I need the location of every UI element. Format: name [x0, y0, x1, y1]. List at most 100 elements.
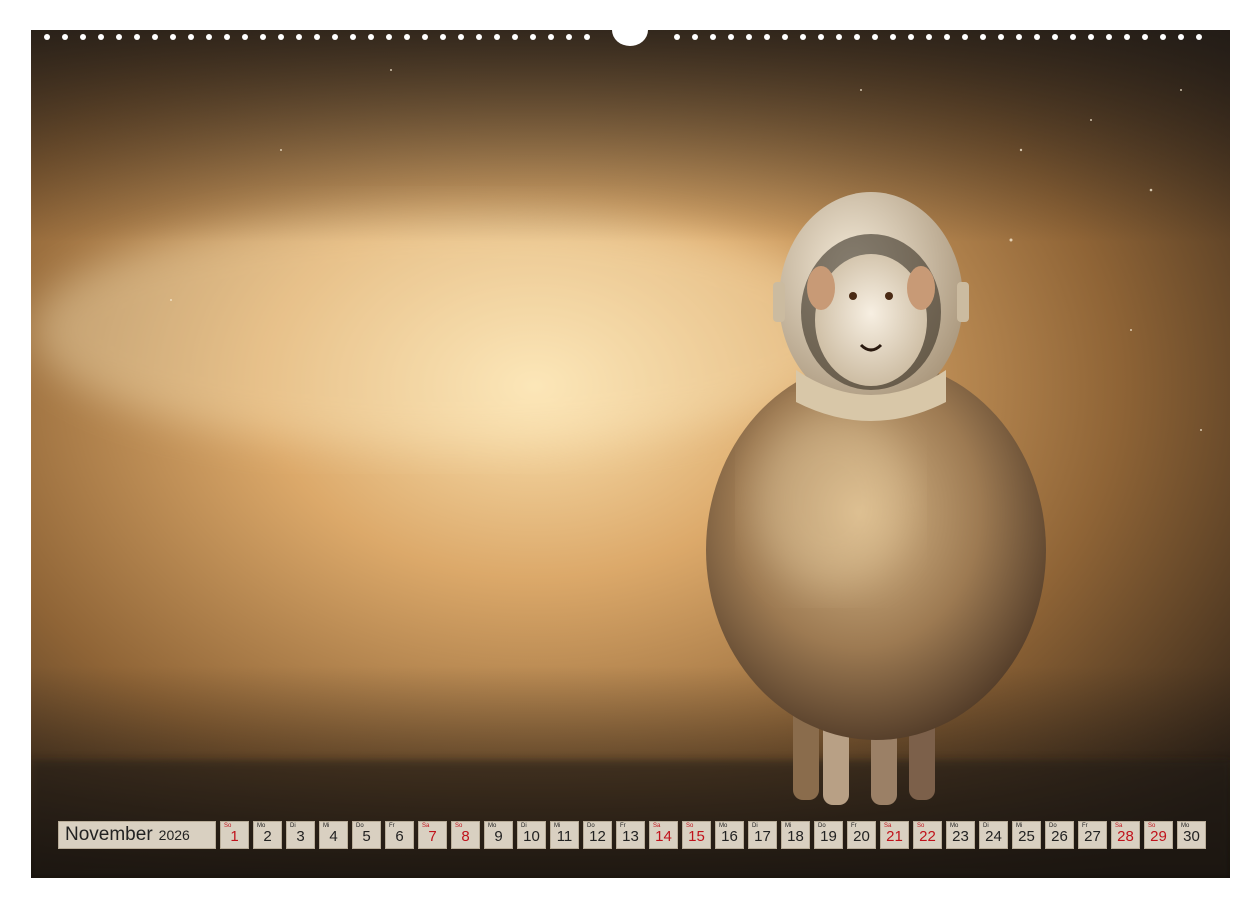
day-number: 29 [1150, 828, 1167, 845]
binding-hole [386, 34, 392, 40]
day-number: 18 [787, 828, 804, 845]
day-number: 10 [523, 828, 540, 845]
binding-hole [188, 34, 194, 40]
day-number: 23 [952, 828, 969, 845]
day-cell: Mi 25 [1012, 821, 1041, 849]
day-cell: Mo 30 [1177, 821, 1206, 849]
binding-hole [512, 34, 518, 40]
binding-hole [458, 34, 464, 40]
binding-hole [944, 34, 950, 40]
day-cell: Di 24 [979, 821, 1008, 849]
binding-hole [746, 34, 752, 40]
binding-hole [44, 34, 50, 40]
binding-hole [1142, 34, 1148, 40]
binding-hole [836, 34, 842, 40]
day-number: 27 [1084, 828, 1101, 845]
day-cell: So 22 [913, 821, 942, 849]
binding-hole [116, 34, 122, 40]
binding-hole [350, 34, 356, 40]
binding-hole [332, 34, 338, 40]
day-number: 15 [688, 828, 705, 845]
binding-hole [566, 34, 572, 40]
calendar-strip: November 2026 So 1 Mo 2 Di 3 Mi 4 Do 5 Fr 6 Sa 7 So 8 Mo… [58, 821, 1206, 849]
binding-hole [242, 34, 248, 40]
day-number: 5 [362, 828, 371, 845]
binding-hole [80, 34, 86, 40]
binding-hole [800, 34, 806, 40]
binding-hole [818, 34, 824, 40]
binding-hole [134, 34, 140, 40]
day-cell: Mi 4 [319, 821, 348, 849]
binding-hole [854, 34, 860, 40]
day-number: 11 [556, 828, 573, 845]
binding-hole [872, 34, 878, 40]
binding-hole [152, 34, 158, 40]
day-number: 25 [1018, 828, 1035, 845]
day-number: 21 [886, 828, 903, 845]
binding-hole [764, 34, 770, 40]
day-cell: Mi 11 [550, 821, 579, 849]
binding-hole [1160, 34, 1166, 40]
day-number: 7 [428, 828, 437, 845]
binding-hole [908, 34, 914, 40]
binding-hole [260, 34, 266, 40]
month-name: November [65, 824, 153, 845]
day-cell: Fr 27 [1078, 821, 1107, 849]
day-cell: So 29 [1144, 821, 1173, 849]
day-cell: Mo 23 [946, 821, 975, 849]
binding-hole [1088, 34, 1094, 40]
binding-hole [278, 34, 284, 40]
binding-hole [674, 34, 680, 40]
day-number: 16 [721, 828, 738, 845]
binding-hole [314, 34, 320, 40]
binding-hole [440, 34, 446, 40]
binding-hole [1034, 34, 1040, 40]
day-number: 19 [820, 828, 837, 845]
day-number: 22 [919, 828, 936, 845]
day-number: 4 [329, 828, 338, 845]
day-cell: So 1 [220, 821, 249, 849]
binding-hole [548, 34, 554, 40]
day-number: 9 [494, 828, 503, 845]
day-number: 12 [589, 828, 606, 845]
binding-hole [980, 34, 986, 40]
day-number: 6 [395, 828, 404, 845]
calendar-photo [31, 30, 1230, 878]
day-cell: Fr 20 [847, 821, 876, 849]
day-number: 3 [296, 828, 305, 845]
binding-hole [404, 34, 410, 40]
day-number: 20 [853, 828, 870, 845]
day-number: 30 [1183, 828, 1200, 845]
binding-hole [62, 34, 68, 40]
day-number: 1 [230, 828, 239, 845]
binding-hole [1052, 34, 1058, 40]
day-cell: Mo 16 [715, 821, 744, 849]
binding-hole [1196, 34, 1202, 40]
day-number: 13 [622, 828, 639, 845]
binding-hole [782, 34, 788, 40]
binding-hole [224, 34, 230, 40]
day-cell: Fr 6 [385, 821, 414, 849]
day-cell: Do 19 [814, 821, 843, 849]
day-number: 28 [1117, 828, 1134, 845]
day-number: 2 [263, 828, 272, 845]
binding-hole [476, 34, 482, 40]
binding-hole [692, 34, 698, 40]
binding-hole [296, 34, 302, 40]
binding-hole [1178, 34, 1184, 40]
day-cell: Do 12 [583, 821, 612, 849]
day-number: 26 [1051, 828, 1068, 845]
day-cell: So 8 [451, 821, 480, 849]
day-cell: Mo 9 [484, 821, 513, 849]
binding-hole [170, 34, 176, 40]
binding-hole [998, 34, 1004, 40]
binding-hole [1016, 34, 1022, 40]
day-cell: Di 10 [517, 821, 546, 849]
day-cell: Sa 14 [649, 821, 678, 849]
binding-hole [494, 34, 500, 40]
day-cell: Sa 21 [880, 821, 909, 849]
binding-hole [926, 34, 932, 40]
binding-hole [1106, 34, 1112, 40]
day-cell: Sa 7 [418, 821, 447, 849]
binding-hole [368, 34, 374, 40]
